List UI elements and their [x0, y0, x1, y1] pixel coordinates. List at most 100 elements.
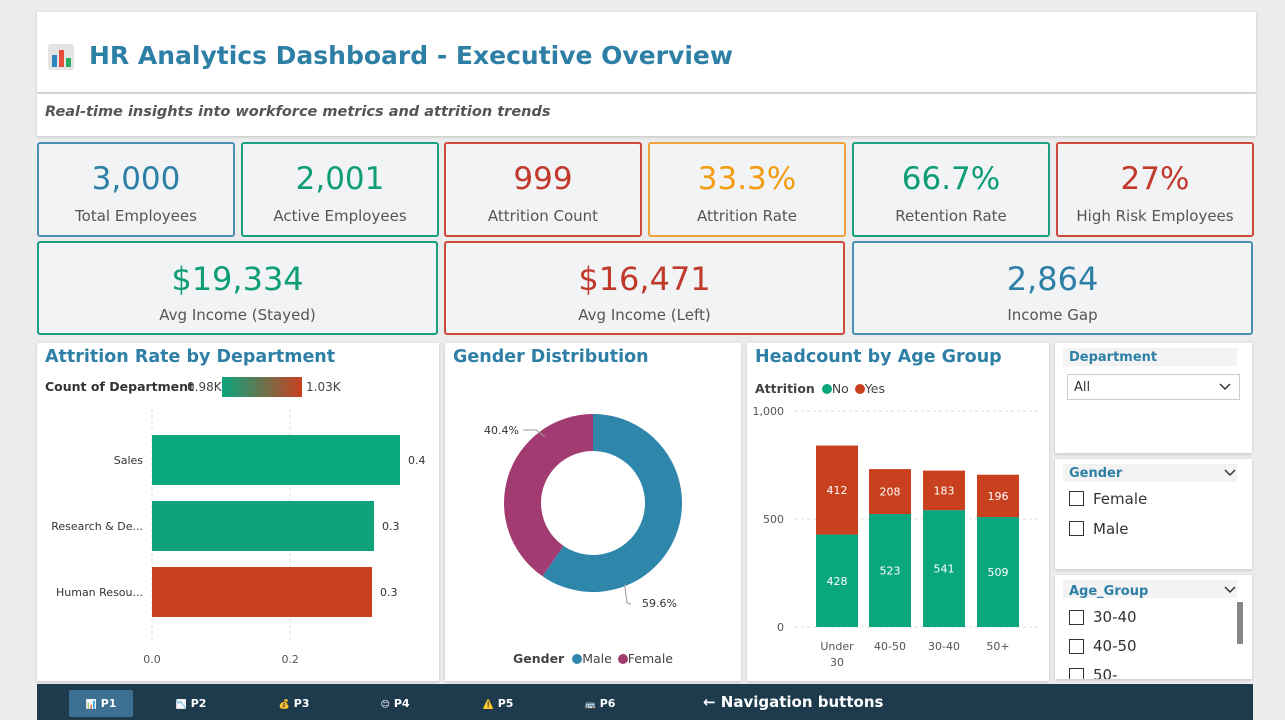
income-kpi-card-3: 2,864 Income Gap	[852, 241, 1253, 335]
income-kpi-label: Avg Income (Stayed)	[159, 306, 316, 324]
kpi-label: Attrition Count	[487, 207, 599, 225]
age-y-tick: 1,000	[753, 405, 785, 418]
slicer-scrollbar[interactable]	[1237, 602, 1243, 644]
chevron-down-icon	[1219, 383, 1231, 391]
navigation-bar: 📊 P1 📉 P2 💰 P3 😊 P4 ⚠️ P5 🚌 P6 ← Navigation buttons	[37, 684, 1253, 720]
gender-slice-female[interactable]	[504, 414, 593, 577]
age-50-label: 50-	[1093, 666, 1118, 679]
male-legend-dot	[572, 654, 583, 664]
income-kpi-value: $16,471	[578, 260, 711, 298]
age-category-label: 30-40	[928, 640, 960, 653]
age-yes-value-label: 196	[988, 490, 1009, 503]
kpi-card-5: 66.7% Retention Rate	[852, 142, 1050, 237]
age-50-checkbox[interactable]	[1069, 668, 1084, 679]
nav-button-label: P4	[393, 697, 410, 710]
dept-x-tick: 0.2	[281, 653, 299, 666]
income-kpi-card-1: $19,334 Avg Income (Stayed)	[37, 241, 438, 335]
nav-button-p6[interactable]: 🚌 P6	[568, 690, 632, 717]
age-group-slicer[interactable]: Age_Group 30-40 40-50 50-	[1055, 575, 1252, 679]
gender-slicer[interactable]: Gender Female Male	[1055, 459, 1252, 569]
dept-category-label: Sales	[114, 454, 144, 467]
gender-legend-title: Gender	[512, 651, 565, 666]
income-kpi-label: Income Gap	[1007, 306, 1098, 324]
nav-button-label: P1	[100, 697, 117, 710]
department-dropdown[interactable]: All	[1067, 374, 1240, 400]
nav-page-icon: 💰	[278, 700, 290, 710]
dept-bar[interactable]	[152, 567, 372, 617]
age-chart-card[interactable]: Headcount by Age Group Attrition No Yes …	[747, 343, 1049, 681]
dept-bar[interactable]	[152, 501, 374, 551]
nav-page-icon: 😊	[380, 700, 390, 710]
dept-bar[interactable]	[152, 435, 400, 485]
income-kpi-label: Avg Income (Left)	[578, 306, 711, 324]
dept-legend-title: Count of Department	[45, 379, 195, 394]
age-category-label: 40-50	[874, 640, 906, 653]
gender-legend-female: Female	[627, 651, 673, 666]
dept-category-label: Research & De...	[51, 520, 143, 533]
nav-button-p3[interactable]: 💰 P3	[262, 690, 326, 717]
dept-chart-title: Attrition Rate by Department	[45, 347, 336, 367]
header-panel: HR Analytics Dashboard - Executive Overv…	[37, 12, 1256, 92]
kpi-card-4: 33.3% Attrition Rate	[648, 142, 846, 237]
age-40-50-checkbox[interactable]	[1069, 639, 1084, 654]
age-30-40-checkbox[interactable]	[1069, 610, 1084, 625]
nav-button-p4[interactable]: 😊 P4	[363, 690, 427, 717]
kpi-card-2: 2,001 Active Employees	[241, 142, 439, 237]
age-group-slicer-title: Age_Group	[1069, 584, 1149, 599]
dept-legend-min: 0.98K	[187, 380, 222, 394]
nav-button-label: P2	[190, 697, 207, 710]
chevron-down-icon[interactable]	[1224, 586, 1236, 594]
kpi-value: 999	[513, 161, 573, 197]
nav-button-label: P5	[497, 697, 514, 710]
income-kpi-value: 2,864	[1006, 260, 1099, 298]
dept-bar-chart[interactable]: 0.0 0.2 Sales 0.4 Research & De... 0.3 Human R…	[37, 403, 439, 681]
nav-button-p1[interactable]: 📊 P1	[69, 690, 133, 717]
subtitle-panel: Real-time insights into workforce metric…	[37, 94, 1256, 136]
age-no-value-label: 509	[988, 566, 1009, 579]
page-subtitle: Real-time insights into workforce metric…	[45, 104, 551, 120]
kpi-value: 27%	[1120, 161, 1190, 197]
bar-chart-icon	[48, 44, 74, 70]
department-slicer-title: Department	[1069, 350, 1158, 365]
department-dropdown-value: All	[1074, 380, 1091, 395]
age-yes-value-label: 412	[827, 484, 848, 497]
age-no-value-label: 541	[934, 563, 955, 576]
kpi-value: 2,001	[295, 161, 385, 197]
age-legend-yes: Yes	[864, 381, 885, 396]
female-checkbox[interactable]	[1069, 491, 1084, 506]
kpi-card-3: 999 Attrition Count	[444, 142, 642, 237]
nav-button-p5[interactable]: ⚠️ P5	[466, 690, 530, 717]
department-slicer[interactable]: Department All	[1055, 343, 1252, 453]
female-option-label: Female	[1093, 490, 1148, 508]
male-leader-line	[624, 584, 632, 605]
chevron-down-icon[interactable]	[1224, 469, 1236, 477]
nav-page-icon: ⚠️	[482, 700, 494, 710]
age-y-tick: 0	[777, 621, 784, 634]
age-category-label: Under	[820, 640, 854, 653]
kpi-label: Active Employees	[273, 207, 407, 225]
dept-chart-card[interactable]: Attrition Rate by Department Count of De…	[37, 343, 439, 681]
age-no-value-label: 523	[880, 565, 901, 578]
male-percent-label: 59.6%	[642, 597, 677, 610]
age-30-40-label: 30-40	[1093, 608, 1137, 626]
age-yes-value-label: 208	[880, 486, 901, 499]
kpi-card-1: 3,000 Total Employees	[37, 142, 235, 237]
yes-legend-dot	[854, 384, 865, 394]
dept-value-label: 0.3	[382, 520, 400, 533]
kpi-value: 66.7%	[901, 161, 1001, 197]
nav-button-label: P3	[293, 697, 310, 710]
dept-legend-max: 1.03K	[306, 380, 341, 394]
nav-button-label: P6	[599, 697, 616, 710]
nav-button-p2[interactable]: 📉 P2	[159, 690, 223, 717]
no-legend-dot	[821, 384, 832, 394]
age-stacked-bar-chart[interactable]: 1,000 500 0 428 412 Under 30 523 208 40-50 541 183 3…	[747, 399, 1049, 681]
age-yes-value-label: 183	[934, 484, 955, 497]
male-option-label: Male	[1093, 520, 1129, 538]
male-checkbox[interactable]	[1069, 521, 1084, 536]
income-kpi-card-2: $16,471 Avg Income (Left)	[444, 241, 845, 335]
age-y-tick: 500	[763, 513, 784, 526]
age-legend: Attrition No Yes	[755, 381, 885, 396]
dept-legend-gradient	[222, 377, 302, 397]
gender-chart-card[interactable]: Gender Distribution 59.6% 40.4% Gender Ma…	[445, 343, 741, 681]
gender-donut-chart[interactable]: 59.6% 40.4%	[445, 383, 741, 643]
